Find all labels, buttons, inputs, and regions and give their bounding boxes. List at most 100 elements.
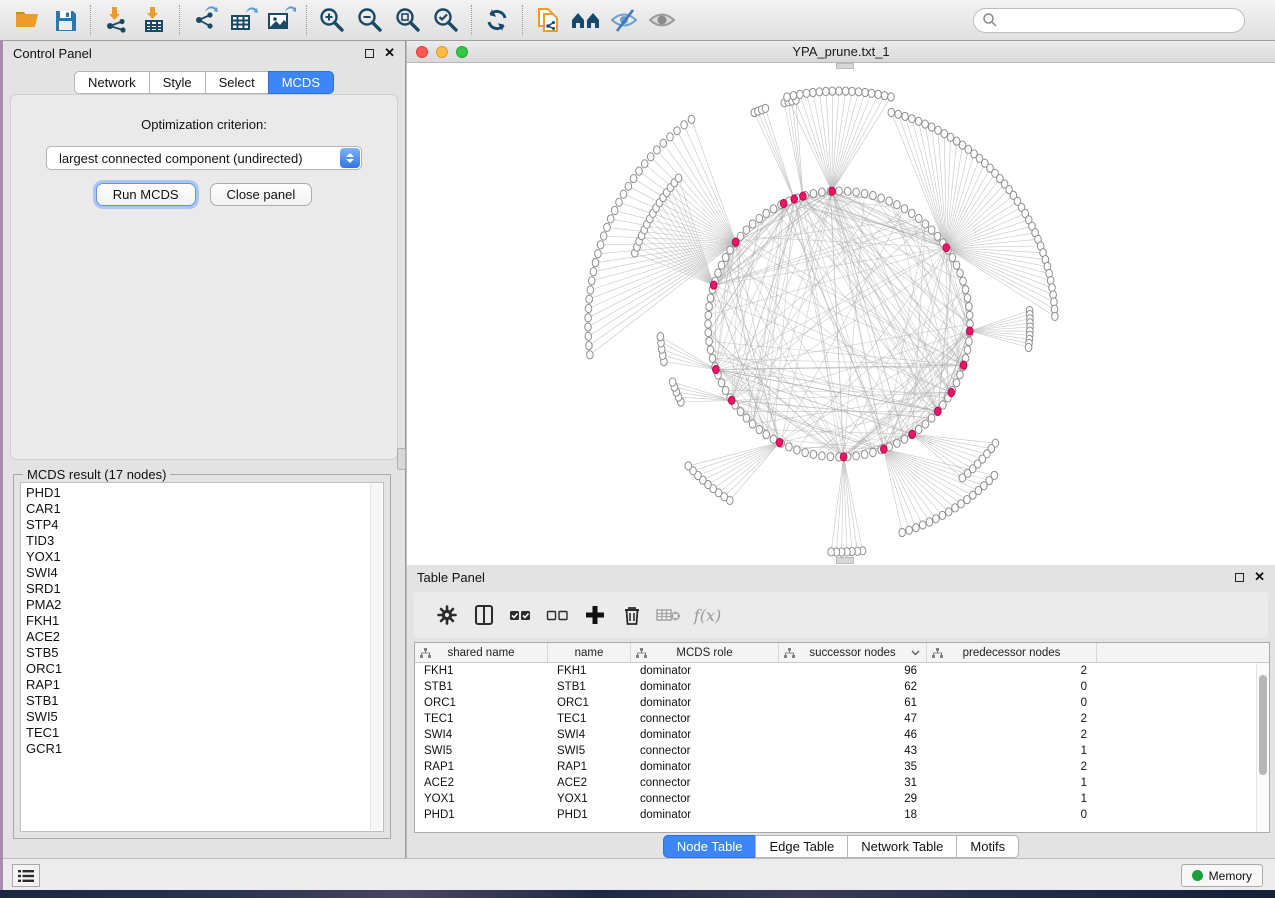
graph-node[interactable] [861,190,868,198]
tab-style[interactable]: Style [149,71,206,94]
graph-node[interactable] [727,246,734,254]
graph-node[interactable] [794,446,801,454]
close-panel-button[interactable]: Close panel [210,183,313,206]
graph-hub-node[interactable] [829,187,836,195]
graph-node[interactable] [819,452,826,460]
column-header-predecessor-nodes[interactable]: predecessor nodes [927,643,1097,662]
cell-name[interactable]: PHD1 [548,807,631,823]
cell-MCDS-role[interactable]: dominator [631,727,779,743]
cell-MCDS-role[interactable]: dominator [631,679,779,695]
cell-successor-nodes[interactable]: 96 [779,663,927,679]
cell-successor-nodes[interactable]: 29 [779,791,927,807]
graph-node[interactable] [669,378,676,386]
graph-node[interactable] [861,450,868,458]
column-header-shared-name[interactable]: shared name [415,643,548,662]
graph-node[interactable] [705,329,712,337]
cell-predecessor-nodes[interactable]: 2 [927,759,1097,775]
graph-hub-node[interactable] [840,453,847,461]
float-panel-icon[interactable] [1235,573,1244,582]
graph-node[interactable] [587,351,594,359]
zoom-in-button[interactable] [313,3,351,37]
cell-predecessor-nodes[interactable]: 2 [927,663,1097,679]
optimization-criterion-select[interactable]: largest connected component (undirected) [46,146,362,170]
graph-node[interactable] [901,435,908,443]
graph-node[interactable] [585,314,592,322]
run-mcds-button[interactable]: Run MCDS [96,183,196,206]
mcds-result-item[interactable]: SRD1 [26,581,383,597]
mcds-result-item[interactable]: FKH1 [26,613,383,629]
function-builder-button[interactable]: f(x) [687,597,724,633]
graph-node[interactable] [743,414,750,422]
mcds-result-item[interactable]: PMA2 [26,597,383,613]
graph-node[interactable] [928,226,935,234]
tab-network[interactable]: Network [74,71,150,94]
graph-node[interactable] [966,303,973,311]
graph-node[interactable] [933,515,940,523]
graph-node[interactable] [737,408,744,416]
mcds-result-item[interactable]: ACE2 [26,629,383,645]
graph-node[interactable] [685,462,692,470]
graph-node[interactable] [960,277,967,285]
memory-button[interactable]: Memory [1181,864,1263,887]
table-row[interactable]: FKH1FKH1dominator962 [415,663,1256,679]
graph-node[interactable] [763,209,770,217]
graph-node[interactable] [902,112,909,120]
zoom-selected-button[interactable] [427,3,465,37]
graph-node[interactable] [945,508,952,516]
search-field[interactable] [973,8,1245,33]
graph-node[interactable] [647,153,654,161]
graph-node[interactable] [595,250,602,258]
delete-table-button[interactable] [650,597,687,633]
cell-MCDS-role[interactable]: dominator [631,695,779,711]
cell-successor-nodes[interactable]: 61 [779,695,927,711]
cell-name[interactable]: STB1 [548,679,631,695]
graph-node[interactable] [592,259,599,267]
cell-successor-nodes[interactable]: 35 [779,759,927,775]
cell-shared-name[interactable]: FKH1 [415,663,548,679]
graph-node[interactable] [849,87,856,95]
graph-node[interactable] [853,188,860,196]
graph-node[interactable] [895,110,902,118]
graph-node[interactable] [763,431,770,439]
graph-node[interactable] [707,346,714,354]
cell-shared-name[interactable]: SWI5 [415,743,548,759]
close-panel-icon[interactable]: ✕ [1254,572,1265,582]
cell-successor-nodes[interactable]: 18 [779,807,927,823]
graph-node[interactable] [823,87,830,95]
vertical-splitter-handle[interactable] [397,448,406,470]
graph-node[interactable] [597,241,604,249]
show-all-button[interactable] [643,3,681,37]
table-scrollbar[interactable] [1256,663,1269,832]
graph-node[interactable] [620,190,627,198]
cell-predecessor-nodes[interactable]: 0 [927,807,1097,823]
cell-name[interactable]: YOX1 [548,791,631,807]
graph-node[interactable] [784,93,791,101]
cell-shared-name[interactable]: YOX1 [415,791,548,807]
graph-node[interactable] [604,223,611,231]
float-panel-icon[interactable] [365,49,374,58]
graph-hub-node[interactable] [960,361,967,369]
graph-node[interactable] [1025,343,1032,351]
add-column-button[interactable] [576,597,613,633]
cell-MCDS-role[interactable]: dominator [631,663,779,679]
mcds-result-item[interactable]: CAR1 [26,501,383,517]
table-scrollbar-thumb[interactable] [1259,675,1267,775]
cell-name[interactable]: SWI5 [548,743,631,759]
graph-hub-node[interactable] [948,388,955,396]
graph-node[interactable] [718,379,725,387]
graph-node[interactable] [770,205,777,213]
table-row[interactable]: SWI5SWI5connector431 [415,743,1256,759]
graph-node[interactable] [941,130,948,138]
graph-node[interactable] [641,160,648,168]
graph-node[interactable] [928,414,935,422]
graph-node[interactable] [881,92,888,100]
graph-node[interactable] [836,187,843,195]
table-row[interactable]: ACE2ACE2connector311 [415,775,1256,791]
graph-node[interactable] [585,323,592,331]
table-row[interactable]: ORC1ORC1dominator610 [415,695,1256,711]
tab-select[interactable]: Select [205,71,269,94]
graph-node[interactable] [964,294,971,302]
graph-node[interactable] [901,205,908,213]
graph-node[interactable] [957,269,964,277]
table-row[interactable]: RAP1RAP1dominator352 [415,759,1256,775]
